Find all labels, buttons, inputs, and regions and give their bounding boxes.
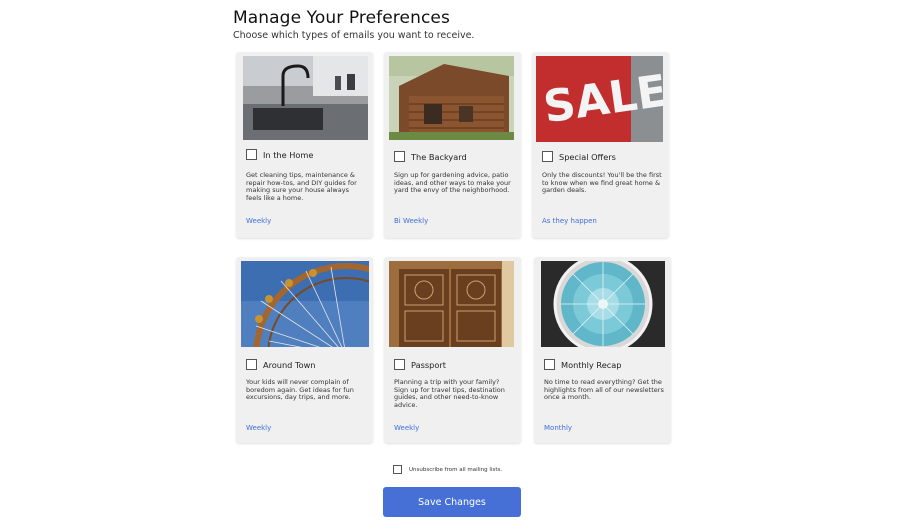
page-header: Manage Your Preferences Choose which typ… [233, 8, 474, 41]
home-checkbox[interactable] [246, 149, 257, 160]
card-description-backyard: Sign up for gardening advice, patio idea… [394, 171, 511, 194]
card-title-offers: Special Offers [559, 151, 616, 162]
preference-card-offers: SALE Special Offers Only the discounts! … [532, 52, 669, 238]
card-description-home: Get cleaning tips, maintenance & repair … [246, 171, 357, 202]
preference-card-recap: Monthly Recap No time to read everything… [534, 257, 671, 443]
town-checkbox[interactable] [246, 359, 257, 370]
page-subtitle: Choose which types of emails you want to… [233, 30, 475, 41]
preference-card-town: Around Town Your kids will never complai… [236, 257, 373, 443]
card-title-home: In the Home [263, 149, 314, 160]
card-title-passport: Passport [411, 359, 446, 370]
preference-card-backyard: The Backyard Sign up for gardening advic… [384, 52, 521, 238]
backyard-checkbox[interactable] [394, 151, 405, 162]
ornate-doors-image [389, 261, 514, 347]
card-description-town: Your kids will never complain of boredom… [246, 378, 354, 401]
card-description-passport: Planning a trip with your family? Sign u… [394, 378, 505, 409]
preference-card-home: In the Home Get cleaning tips, maintenan… [236, 52, 373, 238]
offers-checkbox[interactable] [542, 151, 553, 162]
preference-card-passport: Passport Planning a trip with your famil… [384, 257, 521, 443]
sale-sign-image: SALE [536, 56, 663, 142]
save-changes-button[interactable]: Save Changes [383, 487, 521, 517]
card-frequency-passport: Weekly [394, 424, 420, 432]
card-title-recap: Monthly Recap [561, 359, 622, 370]
card-title-town: Around Town [263, 359, 316, 370]
unsubscribe-row: Unsubscribe from all mailing lists. [393, 465, 502, 474]
card-description-offers: Only the discounts! You'll be the first … [542, 171, 662, 194]
card-frequency-recap: Monthly [544, 424, 573, 432]
card-frequency-offers: As they happen [542, 217, 597, 225]
page-title: Manage Your Preferences [233, 8, 450, 28]
unsubscribe-checkbox[interactable] [393, 465, 402, 474]
card-title-backyard: The Backyard [411, 151, 467, 162]
wooden-cabin-image [389, 56, 514, 140]
card-description-recap: No time to read everything? Get the high… [544, 378, 664, 401]
card-frequency-home: Weekly [246, 217, 272, 225]
kitchen-sink-image [243, 56, 368, 140]
card-frequency-town: Weekly [246, 424, 272, 432]
ferris-wheel-image [241, 261, 369, 347]
recap-checkbox[interactable] [544, 359, 555, 370]
passport-checkbox[interactable] [394, 359, 405, 370]
card-frequency-backyard: Bi Weekly [394, 217, 429, 225]
glass-dome-image [541, 261, 665, 347]
unsubscribe-label: Unsubscribe from all mailing lists. [409, 466, 503, 473]
